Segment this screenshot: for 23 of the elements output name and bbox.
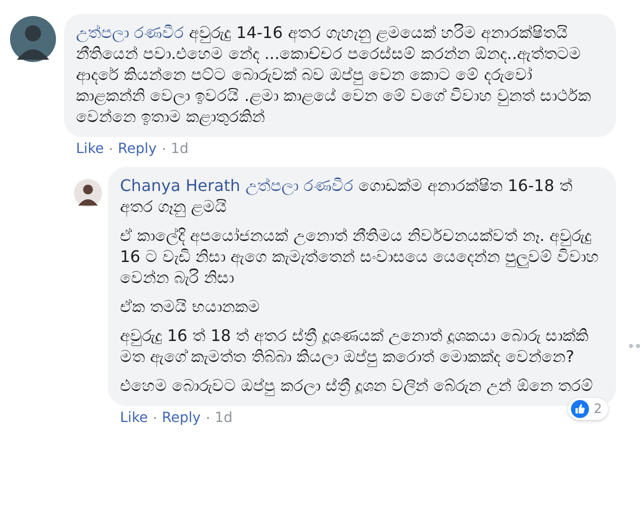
comment-text: ඒ කාලේදි අපයෝජනයක් උනොත් නීතිමය නිර්වචනයක්වත් නෑ. අවුරුදු 16 ට වැඩි නිසා ඇගෙ කැමැත්තෙන් සංවාසයෙ යෙදෙන්න පුලුවම් විවාහ වෙන්න බැරි නිසා: [120, 225, 600, 288]
action-link[interactable]: Like: [76, 141, 104, 157]
action-link[interactable]: Like: [120, 410, 148, 426]
action-link[interactable]: Reply: [118, 141, 157, 157]
comment-text: අවුරුදු 16 ත් 18 ත් අතර ස්ත්‍රී දූශණයක් උනොත් දූශකයා බොරු සාක්කි මත ඇගේ කැමත්ත තිබ්බා කියලා ඔප්පු කරොත් මොකක්ද වෙන්නෙ?: [120, 325, 590, 367]
timestamp: 1d: [170, 141, 188, 157]
separator-dot: [162, 148, 165, 150]
separator-dot: [154, 417, 156, 419]
separator-dot: [206, 417, 209, 419]
comment-text: එහෙම බොරුවට ඔප්පු කරලා ස්ත්‍රී දූශන වලින් බේරුන උන් ඕනෙ තරම්: [120, 375, 594, 396]
action-link[interactable]: Reply: [162, 410, 201, 426]
author-link[interactable]: Chanya Herath: [120, 176, 240, 195]
comment-text: උත්පලා රණවීර අවුරුදු 14-16 අතර ගැහැනු ළමයෙක් හරිම අනාරක්ෂිතයි නීතියෙන් පවා.එහෙම නේද ...කොච්චර පරෙස්සම් කරන්න ඕනද..ඇත්තටම ආදරේ කියන්නෙ පට්ට බොරුවක් බව ඔප්පු වෙන කොට මේ දරුවෝ කාළකන්නි වෙලා ඉවරයි .ළමා කාළයේ වෙන මේ වගේ විවාහ වුනත් සාර්ථක වෙන්නෙ ඉතාම කළාතුරකින්: [76, 22, 592, 127]
tag-link[interactable]: උත්පලා රණවීර: [245, 176, 354, 195]
author-link[interactable]: උත්පලා රණවීර: [76, 23, 184, 42]
comment-text: Chanya Herath උත්පලා රණවීර ගොඩක්ම අනාරක්ෂිත 16-18 ත් අතර ගෑනු ළමයි: [120, 175, 574, 217]
separator-dot: [110, 148, 112, 150]
avatar[interactable]: [10, 16, 56, 62]
timestamp: 1d: [214, 410, 232, 426]
like-icon: [570, 400, 589, 418]
comment-text: ඒක තමයි භයානකම: [120, 296, 262, 317]
reaction-count[interactable]: 2: [568, 398, 608, 420]
avatar[interactable]: [74, 179, 102, 207]
